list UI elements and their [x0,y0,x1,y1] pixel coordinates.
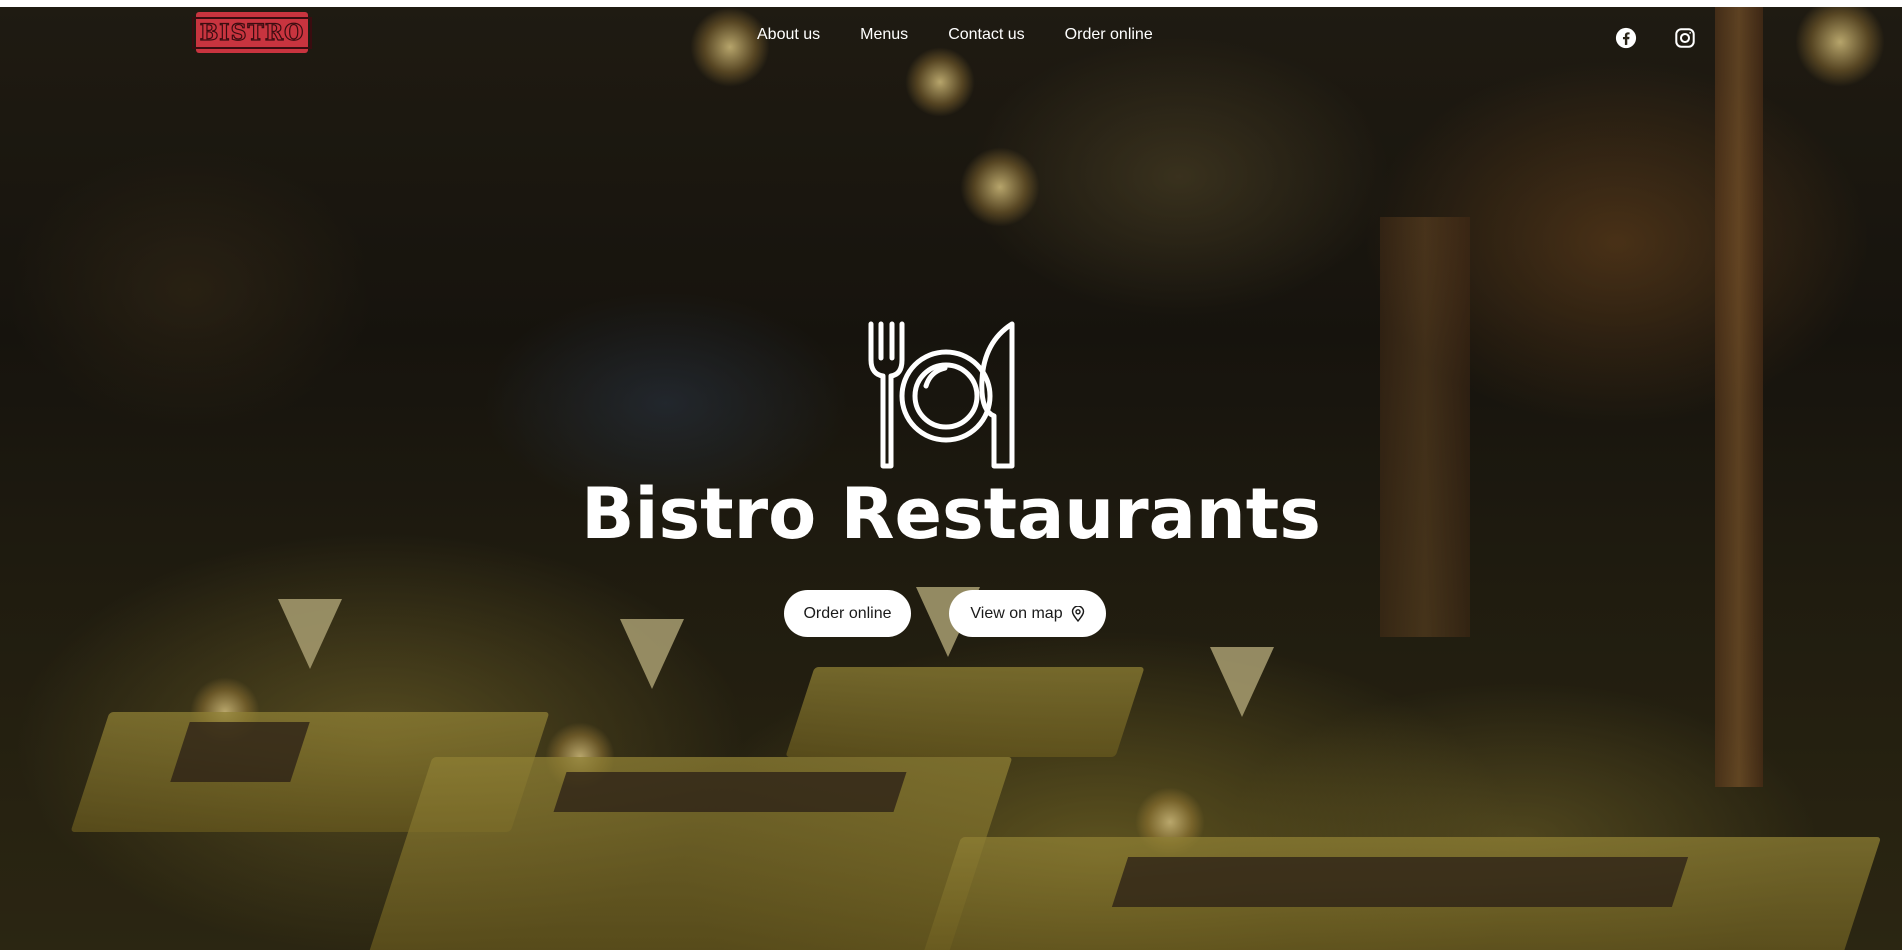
view-on-map-button[interactable]: View on map [949,590,1106,637]
hero-title: Bistro Restaurants [581,473,1321,555]
bistro-logo[interactable]: BISTRO [191,12,313,53]
plate-fork-knife-icon [866,320,1022,472]
nav-order-online[interactable]: Order online [1065,26,1153,44]
order-online-button[interactable]: Order online [784,590,911,637]
nav-contact-us[interactable]: Contact us [948,26,1024,44]
view-on-map-label: View on map [970,604,1063,622]
nav-about-us[interactable]: About us [757,26,820,44]
map-pin-icon [1071,605,1085,622]
main-nav: About us Menus Contact us Order online [757,26,1193,44]
nav-menus[interactable]: Menus [860,26,908,44]
logo-text: BISTRO [191,16,313,49]
facebook-icon[interactable] [1614,26,1638,50]
order-online-label: Order online [803,604,892,622]
page: BISTRO About us Menus Contact us Order o… [0,0,1902,950]
instagram-icon[interactable] [1673,26,1697,50]
